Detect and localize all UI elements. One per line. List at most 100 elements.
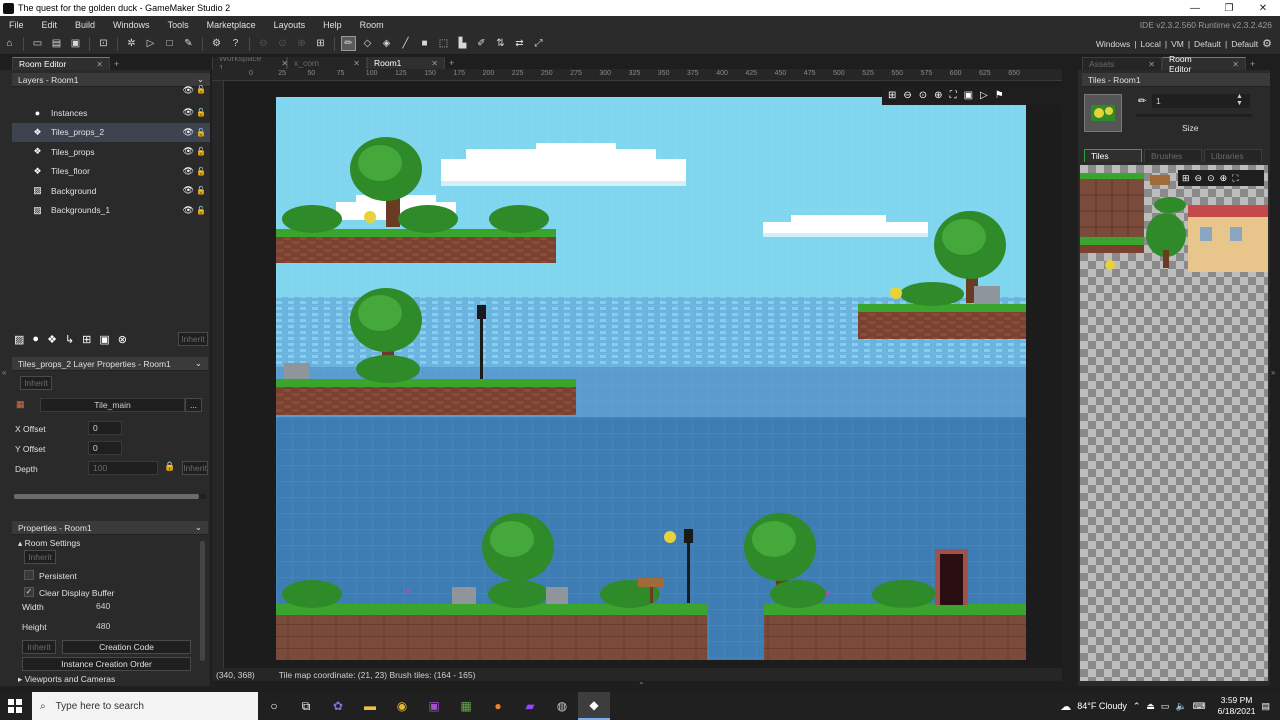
app-icon[interactable]: ✿ [322, 692, 354, 720]
clear-display-checkbox[interactable]: ✓ [24, 587, 34, 597]
chevron-down-icon[interactable]: ⌄ [195, 358, 202, 369]
tileset-field[interactable]: Tile_main [40, 398, 185, 412]
eraser-tool-icon[interactable]: ◇ [360, 36, 375, 51]
open-project-icon[interactable]: ▤ [49, 36, 64, 51]
expand-output-icon[interactable]: ⌃ [638, 681, 645, 690]
add-asset-layer-icon[interactable]: ⊞ [82, 333, 91, 346]
menu-windows[interactable]: Windows [104, 20, 159, 30]
taskbar-search[interactable]: ⌕ Type here to search [32, 692, 258, 720]
height-input[interactable]: 480 [92, 619, 122, 633]
visibility-icon[interactable]: 👁 [183, 107, 194, 118]
properties-scrollbar[interactable] [200, 541, 205, 661]
menu-room[interactable]: Room [351, 20, 393, 30]
menu-build[interactable]: Build [66, 20, 104, 30]
select-tool-icon[interactable]: ⬚ [436, 36, 451, 51]
visibility-all-icon[interactable]: 👁 [183, 85, 194, 96]
tileset-view[interactable] [1080, 165, 1268, 681]
add-tile-layer-icon[interactable]: ❖ [47, 333, 57, 346]
lock-icon[interactable]: 🔓 [196, 186, 206, 195]
subtab-libraries[interactable]: Libraries [1204, 149, 1262, 162]
layer-tiles-props[interactable]: ❖ Tiles_props 👁 🔓 [12, 142, 210, 162]
menu-file[interactable]: File [0, 20, 33, 30]
room-settings-section[interactable]: ▴ Room Settings [18, 538, 80, 549]
usb-icon[interactable]: ⏏ [1146, 701, 1155, 712]
viewports-section[interactable]: ▸ Viewports and Cameras [18, 674, 115, 685]
inherit-tool-icon[interactable]: ▙ [455, 36, 470, 51]
line-tool-icon[interactable]: ╱ [398, 36, 413, 51]
weather-text[interactable]: 84°F Cloudy [1077, 701, 1127, 711]
tab-room-editor-right[interactable]: Room Editor ✕ [1162, 54, 1246, 74]
fit-view-icon[interactable]: ⛶ [950, 90, 957, 101]
menu-marketplace[interactable]: Marketplace [198, 20, 265, 30]
twitch-icon[interactable]: ▰ [514, 692, 546, 720]
rectangle-tool-icon[interactable]: ■ [417, 36, 432, 51]
target-device[interactable]: Local [1141, 39, 1161, 49]
grid-toggle-icon[interactable]: ⊞ [1182, 173, 1190, 184]
menu-edit[interactable]: Edit [33, 20, 67, 30]
start-button-icon[interactable] [8, 699, 22, 713]
layer-background[interactable]: ▨ Background 👁 🔓 [12, 181, 210, 201]
package-icon[interactable]: ⊡ [96, 36, 111, 51]
preview-settings-icon[interactable]: ⚑ [995, 90, 1004, 101]
app-purple-icon[interactable]: ▣ [418, 692, 450, 720]
tab-x-com[interactable]: x_com ✕ [287, 57, 367, 69]
grid-icon[interactable]: ⊞ [313, 36, 328, 51]
lock-icon[interactable]: 🔓 [196, 167, 206, 176]
target-config[interactable]: Default [1194, 39, 1221, 49]
help-icon[interactable]: ? [228, 36, 243, 51]
visibility-icon[interactable]: 👁 [183, 205, 194, 216]
run-icon[interactable]: ▷ [143, 36, 158, 51]
lock-icon[interactable]: 🔒 [164, 461, 175, 472]
close-tab-icon[interactable]: ✕ [431, 59, 438, 68]
close-tab-icon[interactable]: ✕ [96, 60, 103, 69]
debug-icon[interactable]: ✲ [124, 36, 139, 51]
subtab-brushes[interactable]: Brushes [1144, 149, 1202, 162]
notifications-icon[interactable]: ▤ [1261, 701, 1270, 712]
x-offset-input[interactable]: 0 [88, 421, 122, 435]
zoom-in-icon[interactable]: ⊕ [934, 90, 942, 101]
inherit-code-button[interactable]: Inherit [22, 640, 56, 654]
gamemaker-taskbar-icon[interactable]: ◆ [578, 692, 610, 720]
persistent-checkbox[interactable] [24, 570, 34, 580]
close-tab-icon[interactable]: ✕ [1232, 60, 1239, 69]
layer-tiles-props-2[interactable]: ❖ Tiles_props_2 👁 🔓 [12, 122, 210, 142]
weather-icon[interactable]: ☁ [1060, 700, 1071, 713]
target-platform[interactable]: Windows [1096, 39, 1130, 49]
subtab-tiles[interactable]: Tiles [1084, 149, 1142, 162]
tab-assets[interactable]: Assets ✕ [1082, 57, 1162, 70]
layer-tiles-floor[interactable]: ❖ Tiles_floor 👁 🔓 [12, 162, 210, 182]
collapse-left-icon[interactable]: « [2, 368, 6, 377]
visibility-icon[interactable]: 👁 [183, 185, 194, 196]
flip-horizontal-icon[interactable]: ⇅ [493, 36, 508, 51]
menu-layouts[interactable]: Layouts [265, 20, 315, 30]
collapse-right-icon[interactable]: » [1271, 368, 1275, 377]
add-background-layer-icon[interactable]: ▨ [14, 333, 24, 346]
cortana-icon[interactable]: ○ [258, 692, 290, 720]
add-path-layer-icon[interactable]: ↳ [65, 333, 74, 346]
target-output[interactable]: VM [1171, 39, 1184, 49]
add-folder-icon[interactable]: ▣ [99, 333, 109, 346]
inherit-room-button[interactable]: Inherit [24, 550, 56, 564]
maximize-button[interactable]: ❐ [1212, 3, 1246, 14]
visibility-icon[interactable]: 👁 [183, 127, 194, 138]
network-icon[interactable]: ▭ [1161, 701, 1170, 712]
delete-layer-icon[interactable]: ⊗ [118, 333, 127, 346]
layers-header[interactable]: Layers - Room1 ⌄ [12, 73, 210, 87]
tab-workspace-1[interactable]: Workspace 1 ✕ [212, 57, 288, 73]
menu-tools[interactable]: Tools [159, 20, 198, 30]
target-build[interactable]: Default [1231, 39, 1258, 49]
add-tab-button[interactable]: + [114, 59, 119, 70]
lock-icon[interactable]: 🔓 [196, 128, 206, 137]
chrome-icon[interactable]: ◉ [386, 692, 418, 720]
close-tab-icon[interactable]: ✕ [1148, 60, 1155, 69]
add-workspace-tab-button[interactable]: + [449, 58, 454, 69]
fill-tool-icon[interactable]: ◈ [379, 36, 394, 51]
language-icon[interactable]: ⌨ [1193, 701, 1206, 712]
save-icon[interactable]: ▣ [68, 36, 83, 51]
file-explorer-icon[interactable]: ▬ [354, 692, 386, 720]
new-project-icon[interactable]: ▭ [30, 36, 45, 51]
instance-creation-order-button[interactable]: Instance Creation Order [22, 657, 191, 671]
picker-tool-icon[interactable]: ✐ [474, 36, 489, 51]
settings-icon[interactable]: ⚙ [209, 36, 224, 51]
play-preview-icon[interactable]: ▷ [980, 90, 988, 101]
